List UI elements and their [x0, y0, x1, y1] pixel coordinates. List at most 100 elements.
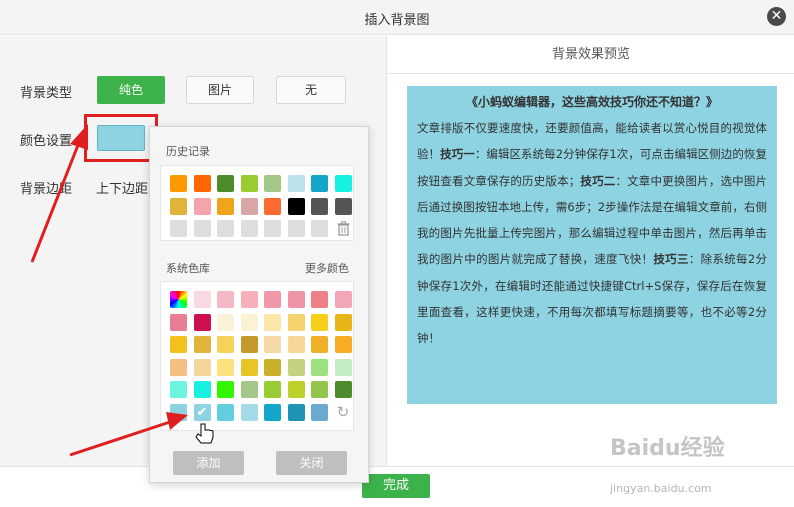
color-cell[interactable] — [170, 175, 187, 192]
color-cell[interactable] — [193, 197, 211, 215]
color-cell[interactable] — [240, 313, 258, 331]
color-cell[interactable] — [240, 403, 258, 421]
color-cell[interactable] — [217, 175, 234, 192]
color-cell[interactable] — [311, 381, 328, 398]
color-cell[interactable] — [170, 336, 187, 353]
color-cell[interactable] — [240, 358, 258, 376]
watermark-logo: Baidu经验 — [610, 436, 725, 461]
color-cell[interactable] — [193, 220, 211, 237]
margin-label: 背景边距 — [20, 182, 73, 197]
preview-box: 《小蚂蚁编辑器，这些高效技巧你还不知道？》 文章排版不仅要速度快，还要颜值高，能… — [407, 86, 777, 404]
preview-body: 文章排版不仅要速度快，还要颜值高，能给读者以赏心悦目的视觉体验！技巧一：编辑区系… — [417, 115, 767, 352]
color-cell[interactable] — [264, 313, 281, 331]
color-cell[interactable] — [193, 381, 211, 398]
color-cell[interactable] — [217, 336, 234, 353]
close-icon[interactable]: ✕ — [767, 7, 786, 26]
color-cell[interactable] — [287, 175, 305, 192]
color-cell[interactable] — [334, 175, 352, 192]
color-cell[interactable] — [311, 358, 328, 376]
color-cell[interactable] — [240, 291, 258, 308]
color-cell[interactable] — [240, 220, 258, 237]
color-cell[interactable] — [264, 381, 281, 398]
margin-value[interactable]: 上下边距 — [96, 178, 148, 197]
color-cell[interactable] — [334, 381, 352, 398]
color-cell[interactable] — [334, 291, 352, 308]
type-solid-button[interactable]: 纯色 — [97, 76, 165, 104]
color-picker-popover: 历史记录 系统色库 更多颜色 ✔ ↻ 添加 关闭 — [149, 126, 369, 483]
color-cell[interactable] — [311, 291, 328, 308]
color-cell[interactable] — [240, 197, 258, 215]
tip-heading: 技巧三 — [653, 252, 689, 267]
color-cell[interactable] — [264, 336, 281, 353]
color-cell[interactable] — [334, 336, 352, 353]
color-cell[interactable] — [240, 336, 258, 353]
color-cell[interactable] — [217, 197, 234, 215]
more-colors-link[interactable]: 更多颜色 — [305, 260, 349, 276]
color-cell[interactable] — [170, 220, 187, 237]
color-cell[interactable] — [217, 403, 234, 421]
add-button[interactable]: 添加 — [173, 451, 244, 475]
refresh-icon[interactable]: ↻ — [335, 403, 352, 421]
system-palette-label: 系统色库 — [166, 262, 210, 275]
selected-color-cell[interactable]: ✔ — [193, 403, 211, 421]
color-cell[interactable] — [311, 313, 328, 331]
color-cell[interactable] — [311, 220, 328, 237]
rainbow-color-cell[interactable] — [170, 291, 187, 308]
tip-heading: 技巧一 — [440, 147, 475, 162]
color-cell[interactable] — [287, 381, 305, 398]
color-cell[interactable] — [217, 358, 234, 376]
color-cell[interactable] — [264, 291, 281, 308]
color-cell[interactable] — [217, 313, 234, 331]
color-cell[interactable] — [334, 358, 352, 376]
color-cell[interactable] — [193, 175, 211, 192]
check-icon: ✔ — [196, 404, 208, 420]
color-cell[interactable] — [287, 197, 305, 215]
color-cell[interactable] — [193, 313, 211, 331]
trash-icon[interactable] — [335, 220, 352, 237]
color-cell[interactable] — [170, 313, 187, 331]
history-label: 历史记录 — [166, 145, 210, 158]
color-cell[interactable] — [170, 197, 187, 215]
color-cell[interactable] — [334, 313, 352, 331]
color-cell[interactable] — [287, 358, 305, 376]
color-cell[interactable] — [311, 336, 328, 353]
color-cell[interactable] — [170, 358, 187, 376]
watermark-url: jingyan.baidu.com — [610, 482, 712, 495]
color-cell[interactable] — [311, 175, 328, 192]
preview-panel: 背景效果预览 《小蚂蚁编辑器，这些高效技巧你还不知道？》 文章排版不仅要速度快，… — [386, 36, 794, 466]
system-palette-grid: ✔ ↻ — [160, 281, 354, 431]
color-cell[interactable] — [287, 336, 305, 353]
tip-heading: 技巧二 — [580, 173, 616, 188]
color-cell[interactable] — [193, 336, 211, 353]
color-cell[interactable] — [334, 197, 352, 215]
color-cell[interactable] — [170, 403, 187, 421]
color-cell[interactable] — [264, 175, 281, 192]
color-setting-label: 颜色设置 — [20, 134, 73, 149]
color-cell[interactable] — [217, 220, 234, 237]
color-cell[interactable] — [311, 403, 328, 421]
color-cell[interactable] — [240, 175, 258, 192]
color-cell[interactable] — [193, 291, 211, 308]
color-cell[interactable] — [240, 381, 258, 398]
type-none-button[interactable]: 无 — [276, 76, 346, 104]
dialog-title: 插入背景图 — [364, 13, 430, 28]
type-image-button[interactable]: 图片 — [186, 76, 254, 104]
color-cell[interactable] — [264, 220, 281, 237]
preview-title: 《小蚂蚁编辑器，这些高效技巧你还不知道？》 — [465, 95, 718, 109]
color-cell[interactable] — [193, 358, 211, 376]
color-cell[interactable] — [311, 197, 328, 215]
color-cell[interactable] — [287, 403, 305, 421]
done-button[interactable]: 完成 — [362, 474, 430, 498]
color-cell[interactable] — [287, 220, 305, 237]
close-button[interactable]: 关闭 — [276, 451, 347, 475]
color-cell[interactable] — [264, 403, 281, 421]
color-cell[interactable] — [287, 291, 305, 308]
color-cell[interactable] — [264, 197, 281, 215]
color-cell[interactable] — [264, 358, 281, 376]
color-cell[interactable] — [217, 291, 234, 308]
history-grid — [160, 165, 354, 241]
color-cell[interactable] — [170, 381, 187, 398]
color-cell[interactable] — [287, 313, 305, 331]
preview-header: 背景效果预览 — [387, 36, 794, 74]
color-cell[interactable] — [217, 381, 234, 398]
